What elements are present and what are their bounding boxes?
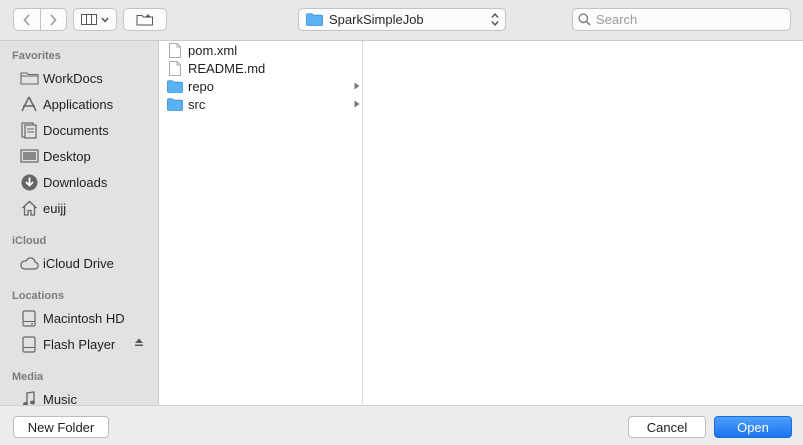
sidebar-item-euijj[interactable]: euijj	[19, 197, 157, 219]
sidebar-item-flash-player[interactable]: Flash Player	[19, 333, 157, 355]
list-item[interactable]: README.md	[160, 59, 363, 77]
sidebar-item-desktop[interactable]: Desktop	[19, 145, 157, 167]
sidebar-item-label: euijj	[43, 200, 67, 216]
document-file-icon	[167, 60, 183, 76]
file-browser-column: pom.xml README.md repo src	[160, 41, 363, 405]
disclosure-arrow-icon	[354, 82, 360, 90]
new-folder-button[interactable]: New Folder	[13, 416, 109, 438]
new-folder-toolbar-button[interactable]	[123, 8, 167, 31]
cloud-icon	[19, 254, 39, 272]
sidebar-item-label: Music	[43, 391, 77, 406]
sidebar-item-applications[interactable]: Applications	[19, 93, 157, 115]
list-item[interactable]: src	[160, 95, 363, 113]
search-field[interactable]	[572, 8, 791, 31]
sidebar-item-icloud-drive[interactable]: iCloud Drive	[19, 252, 157, 274]
sidebar-item-macintosh-hd[interactable]: Macintosh HD	[19, 307, 157, 329]
navigation-buttons	[13, 8, 67, 31]
sidebar-item-label: Desktop	[43, 148, 91, 164]
list-item[interactable]: repo	[160, 77, 363, 95]
sidebar-item-label: iCloud Drive	[43, 255, 114, 271]
folder-icon	[167, 96, 183, 112]
back-button[interactable]	[14, 9, 40, 30]
path-popup-label: SparkSimpleJob	[329, 12, 424, 27]
sidebar-item-music[interactable]: Music	[19, 388, 157, 405]
forward-button[interactable]	[39, 9, 67, 30]
sidebar-item-label: Applications	[43, 96, 114, 112]
document-file-icon	[167, 42, 183, 58]
sidebar-header-locations: Locations	[12, 290, 64, 302]
path-popup[interactable]: SparkSimpleJob	[298, 8, 506, 31]
preview-column	[364, 41, 803, 405]
sidebar-item-downloads[interactable]: Downloads	[19, 171, 157, 193]
chevron-right-icon	[50, 13, 57, 26]
disk-icon	[19, 335, 39, 353]
updown-chevron-icon	[491, 12, 499, 27]
dialog-footer: New Folder Cancel Open	[0, 405, 803, 445]
cancel-button[interactable]: Cancel	[628, 416, 706, 438]
file-name: README.md	[188, 60, 266, 76]
sidebar-item-label: Flash Player	[43, 336, 116, 352]
sidebar-item-label: WorkDocs	[43, 70, 103, 86]
home-icon	[19, 199, 39, 217]
sidebar-item-label: Downloads	[43, 174, 108, 190]
folder-icon	[167, 78, 183, 94]
eject-icon[interactable]	[134, 337, 144, 347]
documents-icon	[19, 121, 39, 139]
toolbar: SparkSimpleJob	[0, 0, 803, 41]
folder-icon	[306, 13, 323, 26]
chevron-left-icon	[23, 13, 30, 26]
folder-icon	[19, 69, 39, 87]
downloads-icon	[19, 173, 39, 191]
sidebar-header-favorites: Favorites	[12, 50, 61, 62]
desktop-icon	[19, 147, 39, 165]
file-name: pom.xml	[188, 42, 238, 58]
sidebar-item-workdocs[interactable]: WorkDocs	[19, 67, 157, 89]
file-name: src	[188, 96, 206, 112]
list-item[interactable]: pom.xml	[160, 41, 363, 59]
search-input[interactable]	[596, 12, 781, 27]
open-button[interactable]: Open	[714, 416, 792, 438]
hard-drive-icon	[19, 309, 39, 327]
sidebar-item-label: Macintosh HD	[43, 310, 125, 326]
columns-view-icon	[81, 14, 97, 25]
disclosure-arrow-icon	[354, 100, 360, 108]
sidebar: Favorites WorkDocs Applications Document…	[0, 41, 159, 405]
sidebar-header-icloud: iCloud	[12, 235, 47, 247]
applications-icon	[19, 95, 39, 113]
sidebar-item-documents[interactable]: Documents	[19, 119, 157, 141]
view-mode-button[interactable]	[73, 8, 117, 31]
chevron-down-icon	[101, 17, 109, 23]
sidebar-header-media: Media	[12, 371, 44, 383]
file-name: repo	[188, 78, 215, 94]
search-icon	[578, 13, 591, 26]
new-folder-icon	[136, 14, 153, 26]
sidebar-item-label: Documents	[43, 122, 109, 138]
music-note-icon	[19, 390, 39, 405]
